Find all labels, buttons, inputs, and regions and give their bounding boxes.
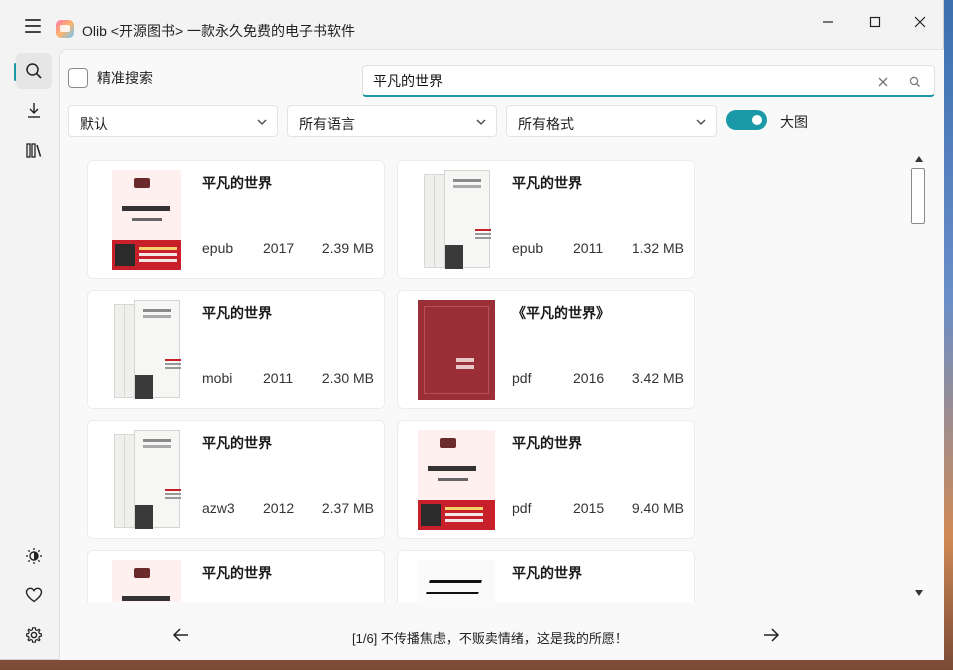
book-cover	[112, 430, 181, 530]
language-select-value: 所有语言	[299, 116, 355, 132]
previous-page-arrow-icon[interactable]	[170, 624, 192, 646]
book-cover	[112, 300, 181, 400]
book-title: 平凡的世界	[202, 175, 272, 191]
checkbox-box[interactable]	[68, 68, 88, 88]
book-card[interactable]: 《平凡的世界》 pdf 2016 3.42 MB	[397, 290, 695, 409]
book-format: mobi	[202, 370, 233, 386]
close-icon	[914, 16, 926, 28]
book-format: pdf	[512, 500, 532, 516]
book-year: 2011	[263, 370, 294, 386]
book-title: 平凡的世界	[202, 435, 272, 451]
book-cover	[418, 430, 495, 530]
app-logo-icon	[56, 20, 74, 38]
book-year: 2017	[263, 240, 295, 256]
book-year: 2016	[573, 370, 605, 386]
theme-icon	[26, 548, 42, 564]
search-input[interactable]	[373, 66, 853, 96]
book-cover	[418, 300, 495, 400]
search-icon	[26, 63, 42, 79]
book-year: 2012	[263, 500, 295, 516]
book-card[interactable]: 平凡的世界 epub 2011 1.32 MB	[397, 160, 695, 279]
book-size: 2.39 MB	[321, 240, 374, 256]
book-year: 2011	[573, 240, 604, 256]
chevron-down-icon	[476, 119, 486, 125]
book-title: 《平凡的世界》	[512, 305, 610, 321]
book-format: pdf	[512, 370, 532, 386]
results-grid: 平凡的世界 epub 2017 2.39 MB 平凡的世界 epub 2011 …	[60, 150, 905, 602]
book-format: epub	[512, 240, 544, 256]
gear-icon	[26, 627, 42, 643]
large-view-toggle[interactable]	[726, 110, 767, 130]
sidebar-item-settings[interactable]	[16, 617, 52, 653]
book-format: epub	[202, 240, 234, 256]
book-year: 2015	[573, 500, 605, 516]
minimize-button[interactable]	[808, 8, 848, 36]
next-page-arrow-icon[interactable]	[760, 624, 782, 646]
book-cover	[422, 170, 491, 270]
sidebar-item-download[interactable]	[16, 92, 52, 128]
precise-search-label: 精准搜索	[97, 70, 153, 86]
maximize-button[interactable]	[855, 8, 895, 36]
download-icon	[28, 103, 40, 118]
book-size: 2.30 MB	[321, 370, 374, 386]
language-select[interactable]: 所有语言	[287, 105, 497, 137]
search-page: 精准搜索 默认 所有语言 所有格式 大图 平凡的世界 epub	[59, 49, 944, 660]
book-cover	[418, 560, 495, 602]
app-window: Olib <开源图书> 一款永久免费的电子书软件 精准搜索 平凡的世界 默认 所…	[0, 0, 944, 660]
precise-search-checkbox[interactable]: 精准搜索	[68, 68, 153, 88]
book-cover	[112, 560, 181, 602]
title-bar: Olib <开源图书> 一款永久免费的电子书软件	[0, 0, 944, 48]
sidebar-item-search[interactable]	[16, 53, 52, 89]
book-size: 9.40 MB	[631, 500, 684, 516]
book-size: 1.32 MB	[631, 240, 684, 256]
scroll-down-icon[interactable]	[915, 590, 923, 596]
maximize-icon	[869, 16, 881, 28]
book-title: 平凡的世界	[512, 565, 582, 581]
book-size: 2.37 MB	[321, 500, 374, 516]
format-select[interactable]: 所有格式	[506, 105, 717, 137]
sort-select[interactable]: 默认	[68, 105, 278, 137]
sidebar-item-theme[interactable]	[16, 538, 52, 574]
large-view-label: 大图	[780, 114, 808, 130]
book-card[interactable]: 平凡的世界 pdf 2015 9.40 MB	[397, 420, 695, 539]
app-title: Olib <开源图书> 一款永久免费的电子书软件	[82, 23, 356, 39]
minimize-icon	[823, 21, 833, 23]
clear-icon[interactable]	[875, 74, 891, 90]
search-box[interactable]	[362, 65, 935, 97]
book-title: 平凡的世界	[512, 435, 582, 451]
book-card[interactable]: 平凡的世界	[87, 550, 385, 602]
book-card[interactable]: 平凡的世界 azw3 2012 2.37 MB	[87, 420, 385, 539]
scroll-thumb[interactable]	[911, 168, 925, 224]
book-card[interactable]: 平凡的世界 epub 2017 2.39 MB	[87, 160, 385, 279]
book-size: 3.42 MB	[631, 370, 684, 386]
sort-select-value: 默认	[80, 116, 108, 132]
chevron-down-icon	[257, 119, 267, 125]
book-title: 平凡的世界	[202, 565, 272, 581]
heart-icon	[25, 587, 43, 603]
book-format: azw3	[202, 500, 235, 516]
sidebar-item-library[interactable]	[16, 132, 52, 168]
chevron-down-icon	[696, 119, 706, 125]
results-scrollbar[interactable]	[910, 150, 926, 602]
search-submit-icon[interactable]	[907, 74, 923, 90]
book-title: 平凡的世界	[202, 305, 272, 321]
book-card[interactable]: 平凡的世界 mobi 2011 2.30 MB	[87, 290, 385, 409]
close-button[interactable]	[900, 8, 940, 36]
book-card[interactable]: 平凡的世界	[397, 550, 695, 602]
library-icon	[26, 143, 42, 158]
book-title: 平凡的世界	[512, 175, 582, 191]
sidebar-item-favorites[interactable]	[16, 577, 52, 613]
pager-status: [1/6] 不传播焦虑，不贩卖情绪，这是我的所愿！	[352, 631, 628, 646]
scroll-up-icon[interactable]	[915, 156, 923, 162]
sidebar	[10, 48, 58, 658]
book-cover	[112, 170, 181, 270]
format-select-value: 所有格式	[518, 116, 574, 132]
hamburger-menu-icon[interactable]	[22, 18, 46, 34]
